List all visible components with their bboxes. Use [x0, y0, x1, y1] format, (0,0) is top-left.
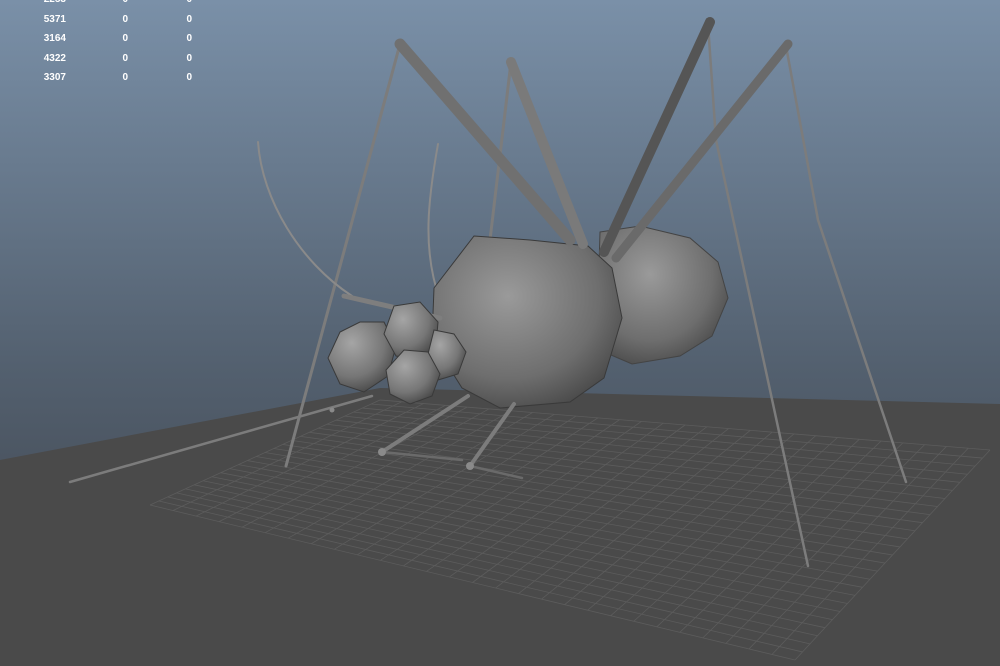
- hud-value: 0: [186, 52, 192, 64]
- hud-value: 5371: [43, 13, 66, 25]
- hud-value: 0: [122, 52, 128, 64]
- hud-value: 0: [150, 0, 192, 5]
- hud-value: 2253: [0, 0, 66, 5]
- hud-row: 4322 0 0: [0, 53, 220, 73]
- hud-value: 0: [122, 33, 128, 44]
- hud-value: 0: [90, 0, 128, 5]
- poly-count-hud: 2253 0 0 5371 0 0 3164 0 0 4322 0 0 3307 0 0: [0, 0, 220, 92]
- hud-value: 0: [186, 13, 192, 25]
- hud-row: 3307 0 0: [0, 72, 220, 92]
- viewport-scene[interactable]: [0, 0, 1000, 666]
- hud-row: 2253 0 0: [0, 0, 220, 14]
- 3d-viewport[interactable]: 2253 0 0 5371 0 0 3164 0 0 4322 0 0 3307 0 0: [0, 0, 1000, 666]
- hud-value: 0: [186, 33, 192, 44]
- hud-value: 0: [122, 72, 128, 83]
- insect-thorax: [431, 235, 623, 409]
- hud-value: 0: [186, 72, 192, 83]
- hud-value: 0: [122, 13, 128, 25]
- hud-row: 5371 0 0: [0, 14, 220, 34]
- hud-row: 3164 0 0: [0, 33, 220, 53]
- hud-value: 4322: [43, 52, 66, 64]
- hud-value: 3307: [43, 72, 66, 83]
- hud-value: 3164: [43, 33, 66, 44]
